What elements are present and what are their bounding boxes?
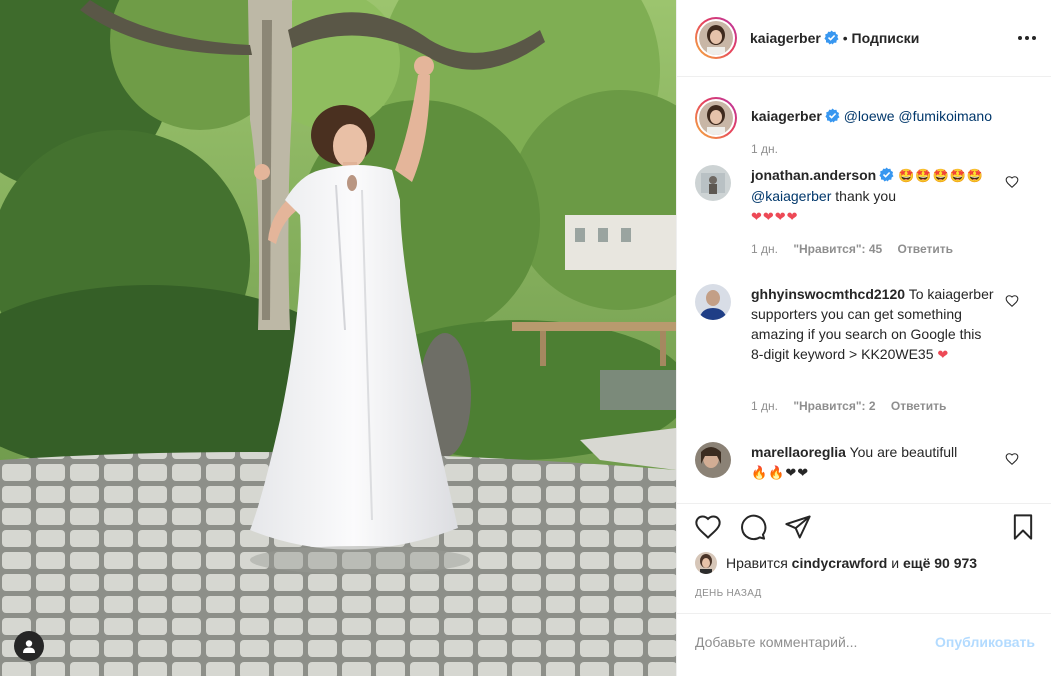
- comment-username[interactable]: jonathan.anderson: [751, 167, 876, 183]
- emoji-text: 🤩🤩🤩🤩🤩: [898, 168, 985, 183]
- hearts-emoji: ❤❤❤❤: [751, 209, 799, 224]
- add-comment-bar: Добавьте комментарий... Опубликовать: [677, 613, 1051, 676]
- comment-input[interactable]: Добавьте комментарий...: [695, 634, 857, 650]
- post-photo[interactable]: [0, 0, 676, 676]
- comment-meta: 1 дн. "Нравится": 45 Ответить: [751, 242, 965, 256]
- caption-text: kaiagerber @loewe @fumikoimano: [751, 106, 1031, 126]
- likes-summary[interactable]: Нравится cindycrawford и ещё 90 973: [695, 552, 977, 574]
- reply-button[interactable]: Ответить: [891, 399, 946, 413]
- commenter-avatar[interactable]: [695, 442, 731, 478]
- reply-button[interactable]: Ответить: [898, 242, 953, 256]
- like-comment-heart-icon[interactable]: [1005, 175, 1019, 189]
- post-panel: kaiagerber • Подписки kaiagerber @loewe …: [676, 0, 1051, 676]
- avatar-image: [699, 101, 733, 135]
- mention-link[interactable]: @fumikoimano: [898, 108, 992, 124]
- post-actions: Нравится cindycrawford и ещё 90 973 ДЕНЬ…: [677, 503, 1051, 608]
- tagged-users-button[interactable]: [14, 631, 44, 661]
- caption-item: kaiagerber @loewe @fumikoimano 1 дн.: [695, 97, 1035, 157]
- commenter-avatar[interactable]: [695, 284, 731, 320]
- verified-badge-icon: [825, 108, 840, 123]
- comment-text: marellaoreglia You are beautifull 🔥🔥❤❤: [751, 442, 996, 483]
- comment-bubble-icon[interactable]: [739, 513, 767, 541]
- comment-likes[interactable]: "Нравится": 45: [793, 242, 882, 256]
- commenter-avatar[interactable]: [695, 165, 731, 201]
- more-options-icon[interactable]: [1015, 28, 1039, 48]
- liker-username[interactable]: cindycrawford: [792, 555, 888, 571]
- share-send-icon[interactable]: [784, 513, 812, 541]
- author-avatar[interactable]: [695, 17, 737, 59]
- post-comment-button[interactable]: Опубликовать: [935, 634, 1035, 650]
- comment-meta: 1 дн. "Нравится": 2 Ответить: [751, 399, 958, 413]
- user-icon: [23, 640, 35, 653]
- avatar-image: [699, 21, 733, 55]
- comment-item: ghhyinswocmthcd2120 To kaiagerber suppor…: [695, 284, 1035, 414]
- hearts-emoji: ❤: [937, 347, 950, 362]
- comment-time[interactable]: 1 дн.: [751, 242, 778, 256]
- save-bookmark-icon[interactable]: [1009, 513, 1037, 541]
- author-username[interactable]: kaiagerber: [750, 30, 821, 46]
- comments-list[interactable]: kaiagerber @loewe @fumikoimano 1 дн. jon…: [677, 78, 1051, 503]
- comment-item: marellaoreglia You are beautifull 🔥🔥❤❤: [695, 442, 1035, 502]
- caption-avatar[interactable]: [695, 97, 737, 139]
- comment-message: thank you: [835, 188, 896, 204]
- like-comment-heart-icon[interactable]: [1005, 452, 1019, 466]
- likes-prefix: Нравится: [726, 555, 788, 571]
- like-heart-icon[interactable]: [694, 513, 722, 541]
- verified-badge-icon: [824, 30, 839, 45]
- likes-conj: и: [891, 555, 900, 571]
- caption-username[interactable]: kaiagerber: [751, 108, 822, 124]
- comment-username[interactable]: marellaoreglia: [751, 444, 846, 460]
- caption-time[interactable]: 1 дн.: [751, 142, 778, 156]
- post-header: kaiagerber • Подписки: [677, 0, 1051, 77]
- comment-text: ghhyinswocmthcd2120 To kaiagerber suppor…: [751, 284, 996, 365]
- comment-username[interactable]: ghhyinswocmthcd2120: [751, 286, 905, 302]
- comment-message: You are beautifull: [849, 444, 958, 460]
- like-comment-heart-icon[interactable]: [1005, 294, 1019, 308]
- emoji-text: 🔥🔥❤❤: [751, 465, 810, 480]
- post-image: [0, 0, 676, 676]
- follow-status-button[interactable]: Подписки: [852, 30, 920, 46]
- comment-item: jonathan.anderson 🤩🤩🤩🤩🤩 @kaiagerber than…: [695, 165, 1035, 265]
- comment-likes[interactable]: "Нравится": 2: [793, 399, 875, 413]
- mention-link[interactable]: @kaiagerber: [751, 188, 831, 204]
- header-title: kaiagerber • Подписки: [750, 30, 919, 46]
- caption-meta: 1 дн.: [751, 142, 790, 156]
- liker-avatar: [695, 552, 717, 574]
- post-timestamp[interactable]: ДЕНЬ НАЗАД: [695, 588, 762, 599]
- comment-time[interactable]: 1 дн.: [751, 399, 778, 413]
- likes-count[interactable]: ещё 90 973: [903, 555, 977, 571]
- mention-link[interactable]: @loewe: [844, 108, 895, 124]
- verified-badge-icon: [879, 167, 894, 182]
- header-separator: •: [842, 30, 848, 46]
- comment-text: jonathan.anderson 🤩🤩🤩🤩🤩 @kaiagerber than…: [751, 165, 996, 227]
